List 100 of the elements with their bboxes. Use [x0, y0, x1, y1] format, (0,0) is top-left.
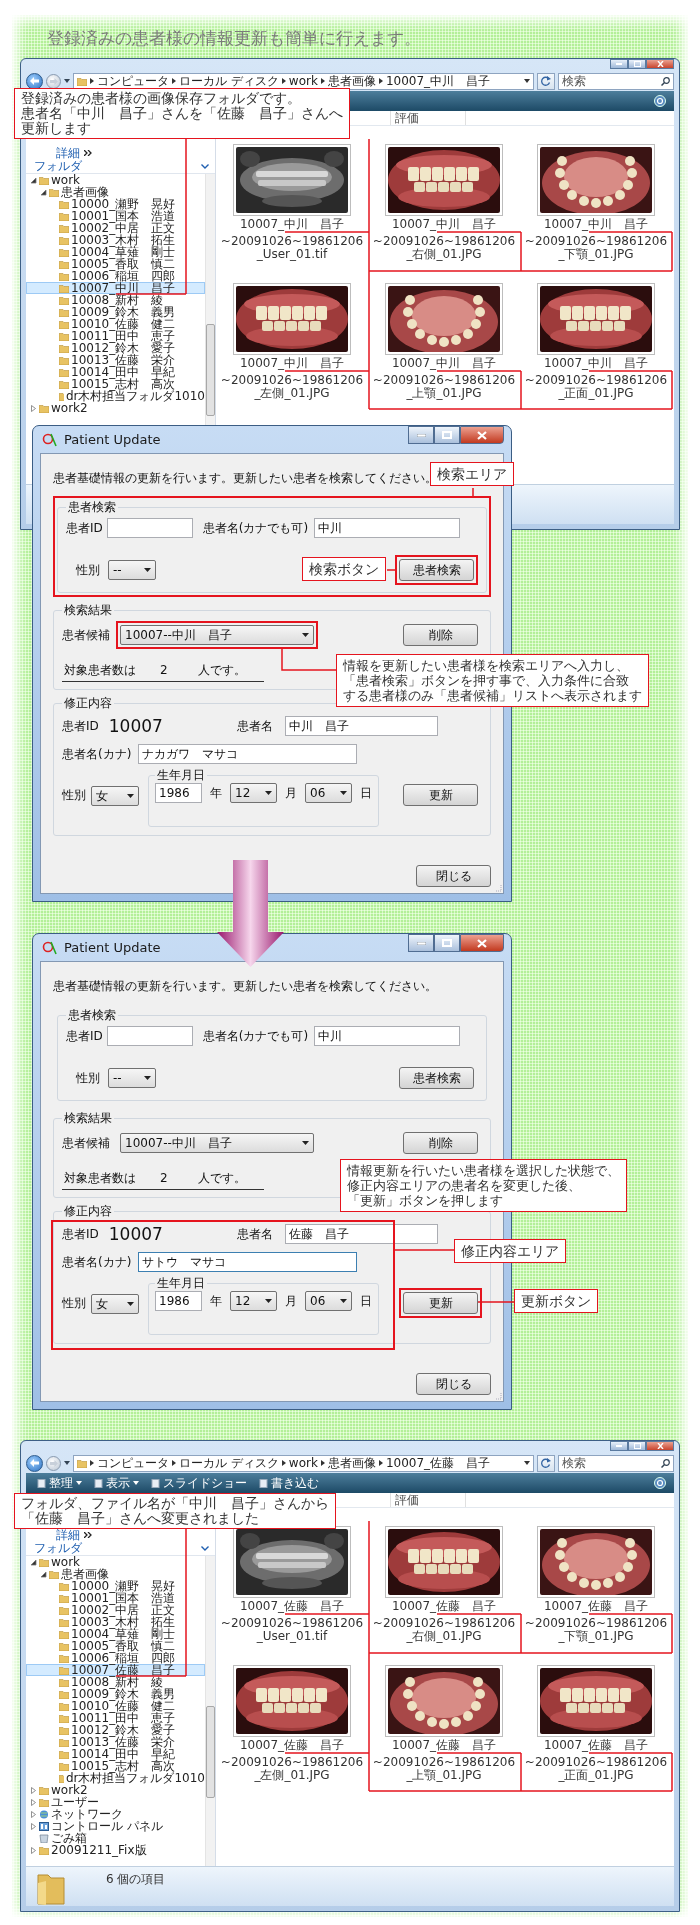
month-select[interactable]: 12: [230, 783, 277, 803]
tree-item[interactable]: 10011_田中 恵子: [26, 330, 205, 342]
gender-select[interactable]: 女: [91, 1294, 139, 1314]
gender-select[interactable]: --: [108, 560, 156, 580]
toolbar-button[interactable]: 書き込む: [256, 1476, 322, 1490]
toolbar-button[interactable]: スライドショー: [148, 1476, 250, 1490]
tree-item[interactable]: 10005_香取 慎二: [26, 1640, 205, 1652]
tree-item[interactable]: 10011_田中 恵子: [26, 1712, 205, 1724]
file-name: 10007_中川 昌子: [543, 218, 649, 231]
delete-button[interactable]: 削除: [403, 624, 478, 646]
name-field[interactable]: 中川: [314, 1026, 461, 1046]
candidate-select[interactable]: 10007--中川 昌子: [120, 625, 314, 645]
breadcrumb-item[interactable]: ローカル ディスク: [179, 1457, 279, 1469]
tree-item[interactable]: ユーザー: [26, 1796, 205, 1808]
gender-select[interactable]: 女: [91, 786, 139, 806]
details-link[interactable]: 詳細: [56, 147, 80, 159]
file-name-suffix: ~20091026~19861206_右側_01.JPG: [372, 235, 516, 261]
tree-item[interactable]: 10004_草薙 剛士: [26, 246, 205, 258]
update-button[interactable]: 更新: [403, 1292, 478, 1314]
tree-item[interactable]: 10000_瀬野 晃好: [26, 198, 205, 210]
tree-item[interactable]: work2: [26, 1784, 205, 1796]
search-field[interactable]: 検索: [558, 1454, 674, 1472]
tree-item[interactable]: work2: [26, 402, 205, 414]
breadcrumb-item[interactable]: 患者画像: [327, 1457, 376, 1469]
tree-item[interactable]: 10002_中居 正文: [26, 1604, 205, 1616]
tree-item[interactable]: コントロール パネル: [26, 1820, 205, 1832]
tree-item[interactable]: work: [26, 1556, 205, 1568]
tree-item[interactable]: 10007_中川 昌子: [26, 282, 205, 294]
tree-item[interactable]: dr木村担当フォルダ1010: [26, 390, 205, 402]
breadcrumb-item[interactable]: work: [288, 1457, 318, 1469]
toolbar-button[interactable]: 整理: [34, 1476, 85, 1490]
tree-item[interactable]: 10010_佐藤 健二: [26, 318, 205, 330]
tree-item[interactable]: 20091211_Fix版: [26, 1844, 205, 1856]
tree-item[interactable]: 10001_国本 浩道: [26, 210, 205, 222]
file-name: 10007_中川 昌子: [391, 357, 497, 370]
breadcrumb-item[interactable]: コンピュータ: [97, 75, 169, 87]
tree-item[interactable]: 10015_志村 高次: [26, 1760, 205, 1772]
tree-item[interactable]: 患者画像: [26, 1568, 205, 1580]
column-header[interactable]: 評価: [390, 1493, 466, 1507]
tree-item[interactable]: 10006_稲垣 四郎: [26, 1652, 205, 1664]
breadcrumb-item[interactable]: コンピュータ: [97, 1457, 169, 1469]
address-bar[interactable]: コンピュータ ローカル ディスク work 患者画像 10007_中川 昌子: [73, 72, 534, 90]
tree-item[interactable]: 10012_鈴木 愛子: [26, 1724, 205, 1736]
tree-item[interactable]: 10008_新村 綾: [26, 294, 205, 306]
field-label: 患者名(カナ): [62, 1255, 132, 1269]
tree-item[interactable]: 10007_佐藤 昌子: [26, 1664, 205, 1676]
tree-item[interactable]: 10004_草薙 剛士: [26, 1628, 205, 1640]
breadcrumb-item[interactable]: work: [288, 75, 318, 87]
tree-item[interactable]: 10009_鈴木 義男: [26, 1688, 205, 1700]
breadcrumb-item[interactable]: ローカル ディスク: [179, 75, 279, 87]
tree-item[interactable]: 10013_佐藤 栄介: [26, 1736, 205, 1748]
tree-item[interactable]: ネットワーク: [26, 1808, 205, 1820]
search-button[interactable]: 患者検索: [399, 1067, 474, 1089]
breadcrumb-item[interactable]: 10007_佐藤 昌子: [385, 1457, 491, 1469]
tree-item[interactable]: 10008_新村 綾: [26, 1676, 205, 1688]
tree-item[interactable]: 10002_中居 正文: [26, 222, 205, 234]
gender-select[interactable]: --: [108, 1068, 156, 1088]
details-link[interactable]: 詳細: [56, 1529, 80, 1541]
name-field[interactable]: 中川 昌子: [284, 716, 438, 736]
kana-field[interactable]: ナカガワ マサコ: [138, 744, 358, 764]
breadcrumb-item[interactable]: 患者画像: [327, 75, 376, 87]
update-button[interactable]: 更新: [403, 784, 478, 806]
tree-item[interactable]: 10014_田中 早紀: [26, 1748, 205, 1760]
patient-id-value: 10007: [108, 1224, 164, 1244]
delete-button[interactable]: 削除: [403, 1132, 478, 1154]
year-field[interactable]: 1986: [155, 783, 202, 803]
tree-item[interactable]: 10005_香取 慎二: [26, 258, 205, 270]
tree-item[interactable]: 10013_佐藤 栄介: [26, 354, 205, 366]
column-header[interactable]: 評価: [390, 111, 466, 125]
name-field[interactable]: 佐藤 昌子: [284, 1224, 438, 1244]
search-button[interactable]: 患者検索: [399, 559, 474, 581]
kana-field[interactable]: サトウ マサコ: [138, 1252, 358, 1272]
tree-item[interactable]: 10012_鈴木 愛子: [26, 342, 205, 354]
year-field[interactable]: 1986: [155, 1291, 202, 1311]
callout: 検索ボタン: [302, 557, 386, 581]
toolbar-button[interactable]: 表示: [91, 1476, 142, 1490]
tree-item[interactable]: 10003_木村 拓生: [26, 1616, 205, 1628]
tree-item[interactable]: 10003_木村 拓生: [26, 234, 205, 246]
group-title: 修正内容: [63, 1204, 113, 1218]
close-button[interactable]: 閉じる: [416, 865, 491, 887]
search-field[interactable]: 検索: [558, 72, 674, 90]
close-button[interactable]: 閉じる: [416, 1373, 491, 1395]
tree-item[interactable]: ごみ箱: [26, 1832, 205, 1844]
tree-item[interactable]: 10001_国本 浩道: [26, 1592, 205, 1604]
candidate-select[interactable]: 10007--中川 昌子: [120, 1133, 314, 1153]
tree-item[interactable]: 10000_瀬野 晃好: [26, 1580, 205, 1592]
tree-item[interactable]: 患者画像: [26, 186, 205, 198]
tree-item[interactable]: 10015_志村 高次: [26, 378, 205, 390]
day-select[interactable]: 06: [305, 1291, 352, 1311]
tree-item[interactable]: 10014_田中 早紀: [26, 366, 205, 378]
tree-item[interactable]: 10009_鈴木 義男: [26, 306, 205, 318]
name-field[interactable]: 中川: [314, 518, 461, 538]
tree-item[interactable]: dr木村担当フォルダ1010: [26, 1772, 205, 1784]
tree-item[interactable]: 10010_佐藤 健二: [26, 1700, 205, 1712]
day-select[interactable]: 06: [305, 783, 352, 803]
month-select[interactable]: 12: [230, 1291, 277, 1311]
tree-item[interactable]: work: [26, 174, 205, 186]
breadcrumb-item[interactable]: 10007_中川 昌子: [385, 75, 491, 87]
address-bar[interactable]: コンピュータ ローカル ディスク work 患者画像 10007_佐藤 昌子: [73, 1454, 534, 1472]
tree-item[interactable]: 10006_稲垣 四郎: [26, 270, 205, 282]
